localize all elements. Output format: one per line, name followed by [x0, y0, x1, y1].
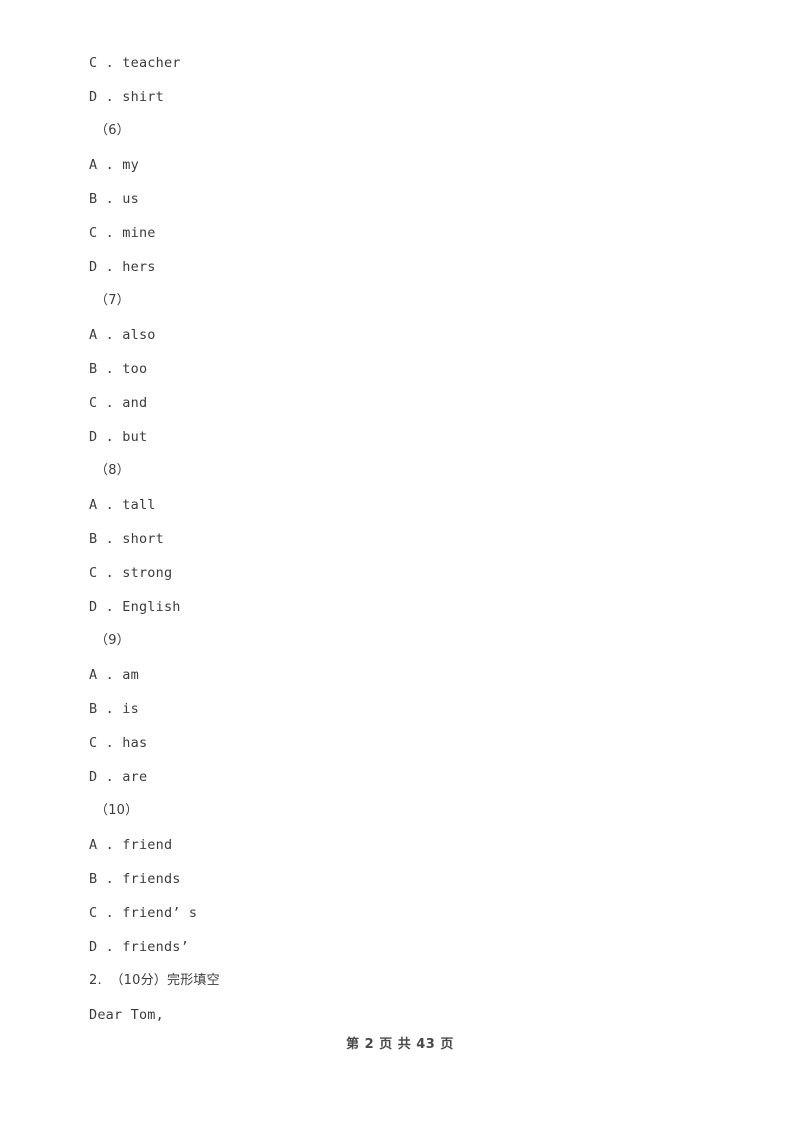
page-text-body: C . teacher D . shirt （6） A . my B . us … [89, 52, 729, 1038]
option-line: C . strong [89, 565, 173, 581]
option-line: D . friends’ [89, 939, 189, 955]
option-line: A . friend [89, 837, 173, 853]
option-line: C . mine [89, 225, 156, 241]
option-line: B . short [89, 531, 164, 547]
option-line: B . is [89, 701, 139, 717]
option-line: D . shirt [89, 89, 164, 105]
option-line: C . has [89, 735, 148, 751]
option-line: B . us [89, 191, 139, 207]
question-number: （10） [95, 803, 139, 818]
question-number: （8） [95, 463, 130, 478]
section-heading: 2. （10分）完形填空 [89, 973, 220, 988]
option-line: D . English [89, 599, 181, 615]
option-line: B . friends [89, 871, 181, 887]
option-line: D . hers [89, 259, 156, 275]
page-footer: 第 2 页 共 43 页 [346, 1037, 454, 1052]
option-line: A . also [89, 327, 156, 343]
option-line: D . but [89, 429, 148, 445]
document-page: C . teacher D . shirt （6） A . my B . us … [0, 0, 800, 1132]
question-number: （7） [95, 293, 130, 308]
option-line: A . am [89, 667, 139, 683]
option-line: D . are [89, 769, 148, 785]
question-number: （6） [95, 123, 130, 138]
option-line: C . and [89, 395, 148, 411]
option-line: B . too [89, 361, 148, 377]
option-line: A . tall [89, 497, 156, 513]
option-line: A . my [89, 157, 139, 173]
option-line: C . friend’ s [89, 905, 198, 921]
question-number: （9） [95, 633, 130, 648]
option-line: C . teacher [89, 55, 181, 71]
